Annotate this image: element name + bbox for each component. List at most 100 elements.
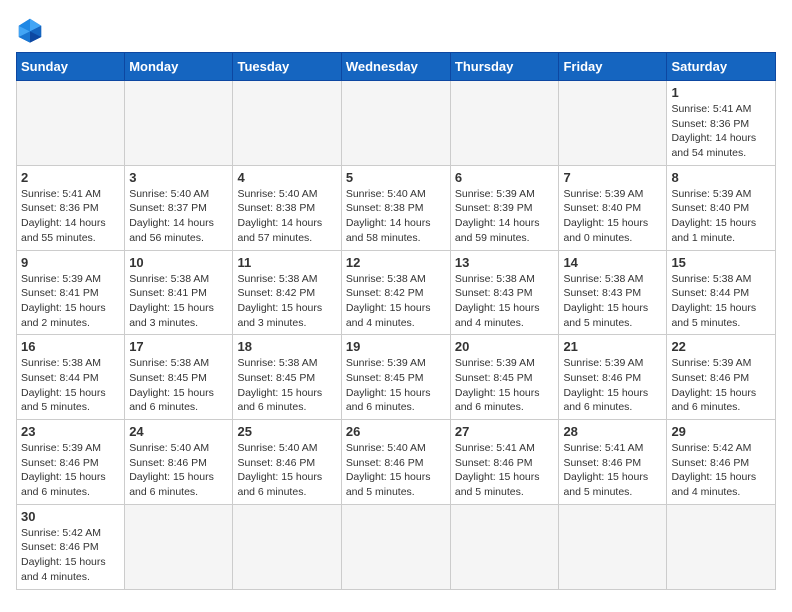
day-info: Sunrise: 5:38 AM Sunset: 8:44 PM Dayligh… [671,272,771,331]
day-number: 13 [455,255,555,270]
calendar-cell: 1 Sunrise: 5:41 AM Sunset: 8:36 PM Daylig… [667,81,776,166]
weekday-header-monday: Monday [125,53,233,81]
calendar-cell [450,504,559,589]
day-number: 22 [671,339,771,354]
calendar-cell: 26 Sunrise: 5:40 AM Sunset: 8:46 PM Dayli… [341,420,450,505]
calendar-cell: 24 Sunrise: 5:40 AM Sunset: 8:46 PM Dayli… [125,420,233,505]
calendar-cell: 30 Sunrise: 5:42 AM Sunset: 8:46 PM Dayli… [17,504,125,589]
calendar-cell [450,81,559,166]
day-info: Sunrise: 5:39 AM Sunset: 8:40 PM Dayligh… [563,187,662,246]
day-info: Sunrise: 5:39 AM Sunset: 8:46 PM Dayligh… [563,356,662,415]
calendar-body: 1 Sunrise: 5:41 AM Sunset: 8:36 PM Daylig… [17,81,776,590]
day-number: 28 [563,424,662,439]
day-info: Sunrise: 5:40 AM Sunset: 8:46 PM Dayligh… [129,441,228,500]
logo [16,16,48,44]
calendar-cell [17,81,125,166]
calendar-cell [125,81,233,166]
calendar-cell: 15 Sunrise: 5:38 AM Sunset: 8:44 PM Dayli… [667,250,776,335]
calendar-week-1: 1 Sunrise: 5:41 AM Sunset: 8:36 PM Daylig… [17,81,776,166]
day-number: 2 [21,170,120,185]
calendar-cell: 8 Sunrise: 5:39 AM Sunset: 8:40 PM Daylig… [667,165,776,250]
day-info: Sunrise: 5:39 AM Sunset: 8:41 PM Dayligh… [21,272,120,331]
day-number: 20 [455,339,555,354]
calendar-cell: 7 Sunrise: 5:39 AM Sunset: 8:40 PM Daylig… [559,165,667,250]
calendar-cell [341,81,450,166]
day-number: 8 [671,170,771,185]
calendar-cell: 21 Sunrise: 5:39 AM Sunset: 8:46 PM Dayli… [559,335,667,420]
calendar-week-2: 2 Sunrise: 5:41 AM Sunset: 8:36 PM Daylig… [17,165,776,250]
day-number: 14 [563,255,662,270]
day-number: 11 [237,255,336,270]
calendar-week-3: 9 Sunrise: 5:39 AM Sunset: 8:41 PM Daylig… [17,250,776,335]
day-number: 19 [346,339,446,354]
day-number: 3 [129,170,228,185]
weekday-header-tuesday: Tuesday [233,53,341,81]
weekday-header-saturday: Saturday [667,53,776,81]
day-number: 17 [129,339,228,354]
calendar-cell [667,504,776,589]
calendar-cell: 28 Sunrise: 5:41 AM Sunset: 8:46 PM Dayli… [559,420,667,505]
calendar-header: SundayMondayTuesdayWednesdayThursdayFrid… [17,53,776,81]
calendar-cell: 11 Sunrise: 5:38 AM Sunset: 8:42 PM Dayli… [233,250,341,335]
day-number: 7 [563,170,662,185]
day-info: Sunrise: 5:41 AM Sunset: 8:46 PM Dayligh… [563,441,662,500]
day-number: 4 [237,170,336,185]
calendar-week-4: 16Sunrise: 5:38 AM Sunset: 8:44 PM Dayli… [17,335,776,420]
calendar-cell [233,81,341,166]
calendar-cell [559,504,667,589]
calendar-cell: 9 Sunrise: 5:39 AM Sunset: 8:41 PM Daylig… [17,250,125,335]
calendar-cell [341,504,450,589]
calendar-cell: 12Sunrise: 5:38 AM Sunset: 8:42 PM Dayli… [341,250,450,335]
day-info: Sunrise: 5:42 AM Sunset: 8:46 PM Dayligh… [671,441,771,500]
day-number: 16 [21,339,120,354]
calendar-cell: 16Sunrise: 5:38 AM Sunset: 8:44 PM Dayli… [17,335,125,420]
weekday-header-friday: Friday [559,53,667,81]
day-info: Sunrise: 5:40 AM Sunset: 8:46 PM Dayligh… [237,441,336,500]
weekday-header-thursday: Thursday [450,53,559,81]
day-number: 9 [21,255,120,270]
day-number: 30 [21,509,120,524]
day-number: 15 [671,255,771,270]
day-info: Sunrise: 5:40 AM Sunset: 8:38 PM Dayligh… [346,187,446,246]
weekday-header-sunday: Sunday [17,53,125,81]
day-info: Sunrise: 5:40 AM Sunset: 8:46 PM Dayligh… [346,441,446,500]
day-number: 18 [237,339,336,354]
day-info: Sunrise: 5:39 AM Sunset: 8:45 PM Dayligh… [346,356,446,415]
calendar-cell: 23Sunrise: 5:39 AM Sunset: 8:46 PM Dayli… [17,420,125,505]
day-info: Sunrise: 5:38 AM Sunset: 8:45 PM Dayligh… [237,356,336,415]
day-info: Sunrise: 5:38 AM Sunset: 8:42 PM Dayligh… [237,272,336,331]
day-number: 5 [346,170,446,185]
day-info: Sunrise: 5:39 AM Sunset: 8:40 PM Dayligh… [671,187,771,246]
calendar-week-5: 23Sunrise: 5:39 AM Sunset: 8:46 PM Dayli… [17,420,776,505]
day-info: Sunrise: 5:39 AM Sunset: 8:45 PM Dayligh… [455,356,555,415]
calendar-cell: 25Sunrise: 5:40 AM Sunset: 8:46 PM Dayli… [233,420,341,505]
calendar-table: SundayMondayTuesdayWednesdayThursdayFrid… [16,52,776,590]
calendar-cell [559,81,667,166]
day-number: 29 [671,424,771,439]
day-number: 24 [129,424,228,439]
day-number: 21 [563,339,662,354]
day-info: Sunrise: 5:38 AM Sunset: 8:43 PM Dayligh… [563,272,662,331]
day-number: 6 [455,170,555,185]
calendar-cell: 29 Sunrise: 5:42 AM Sunset: 8:46 PM Dayli… [667,420,776,505]
day-info: Sunrise: 5:40 AM Sunset: 8:38 PM Dayligh… [237,187,336,246]
calendar-cell: 19 Sunrise: 5:39 AM Sunset: 8:45 PM Dayli… [341,335,450,420]
day-info: Sunrise: 5:41 AM Sunset: 8:36 PM Dayligh… [21,187,120,246]
day-info: Sunrise: 5:41 AM Sunset: 8:36 PM Dayligh… [671,102,771,161]
calendar-cell: 17Sunrise: 5:38 AM Sunset: 8:45 PM Dayli… [125,335,233,420]
calendar-cell [233,504,341,589]
day-info: Sunrise: 5:40 AM Sunset: 8:37 PM Dayligh… [129,187,228,246]
day-number: 26 [346,424,446,439]
day-info: Sunrise: 5:39 AM Sunset: 8:46 PM Dayligh… [21,441,120,500]
generalblue-logo-icon [16,16,44,44]
calendar-week-6: 30 Sunrise: 5:42 AM Sunset: 8:46 PM Dayli… [17,504,776,589]
day-info: Sunrise: 5:39 AM Sunset: 8:46 PM Dayligh… [671,356,771,415]
day-info: Sunrise: 5:42 AM Sunset: 8:46 PM Dayligh… [21,526,120,585]
calendar-cell: 6Sunrise: 5:39 AM Sunset: 8:39 PM Daylig… [450,165,559,250]
calendar-cell: 4 Sunrise: 5:40 AM Sunset: 8:38 PM Daylig… [233,165,341,250]
day-number: 12 [346,255,446,270]
calendar-cell: 2 Sunrise: 5:41 AM Sunset: 8:36 PM Daylig… [17,165,125,250]
day-number: 1 [671,85,771,100]
day-number: 27 [455,424,555,439]
day-info: Sunrise: 5:38 AM Sunset: 8:43 PM Dayligh… [455,272,555,331]
